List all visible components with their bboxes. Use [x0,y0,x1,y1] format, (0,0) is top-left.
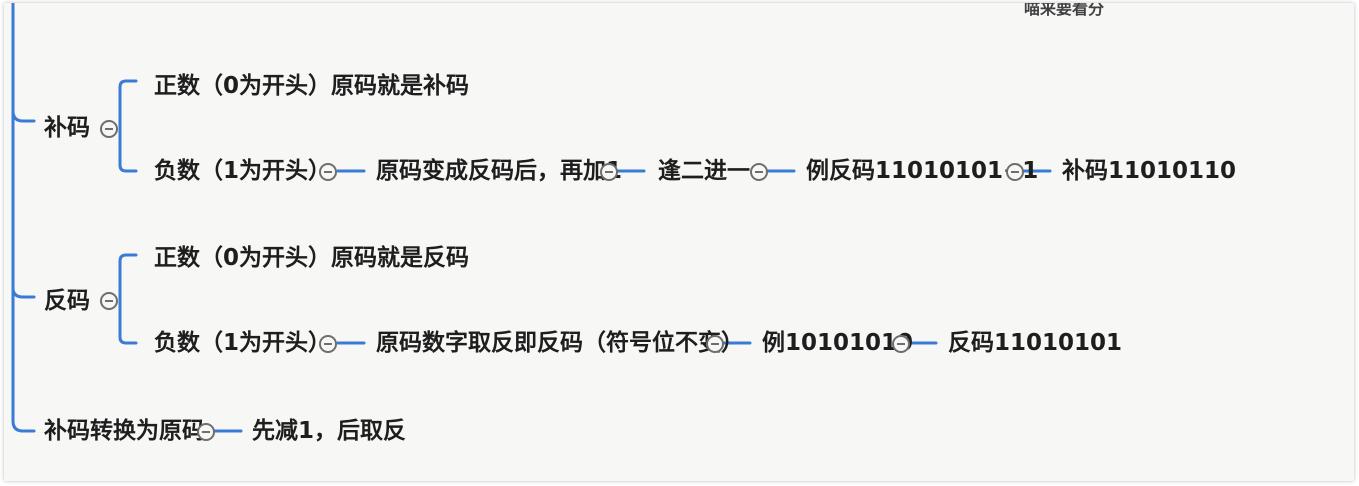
node-convert[interactable]: 补码转换为原码 [44,416,205,446]
collapse-icon[interactable] [892,335,910,353]
node-buma-negative-step4[interactable]: 补码11010110 [1062,156,1236,186]
collapse-icon[interactable] [197,423,215,441]
collapse-icon[interactable] [706,335,724,353]
node-buma-negative-step1[interactable]: 原码变成反码后，再加1 [376,156,622,186]
node-convert-step1[interactable]: 先减1，后取反 [252,416,406,446]
node-fanma[interactable]: 反码 [44,286,90,316]
trunk-line [11,3,36,433]
mindmap-canvas: 喵来要看分 补码 正数（0为开头）原码就是补码 负数（1为开头） 原码变成反码后… [4,3,1354,481]
node-fanma-positive[interactable]: 正数（0为开头）原码就是反码 [154,243,469,273]
node-buma-positive[interactable]: 正数（0为开头）原码就是补码 [154,71,469,101]
collapse-icon[interactable] [100,120,118,138]
collapse-icon[interactable] [100,292,118,310]
node-buma-negative-step2[interactable]: 逢二进一 [658,156,750,186]
buma-bracket [118,79,138,173]
node-buma[interactable]: 补码 [44,113,90,143]
node-fanma-negative-step2[interactable]: 例10101010 [762,328,913,358]
collapse-icon[interactable] [1006,163,1024,181]
collapse-icon[interactable] [319,335,337,353]
trunk-branch-buma [11,109,36,123]
node-fanma-negative-step1[interactable]: 原码数字取反即反码（符号位不变） [376,328,744,358]
node-fanma-negative-step3[interactable]: 反码11010101 [948,328,1122,358]
node-fanma-negative[interactable]: 负数（1为开头） [154,328,331,358]
cut-off-text: 喵来要看分 [1024,3,1105,18]
collapse-icon[interactable] [600,163,618,181]
trunk-branch-fanma [11,286,36,299]
collapse-icon[interactable] [750,163,768,181]
node-buma-negative[interactable]: 负数（1为开头） [154,156,331,186]
collapse-icon[interactable] [319,163,337,181]
node-buma-negative-step3[interactable]: 例反码11010101+1 [806,156,1038,186]
fanma-bracket [118,253,138,345]
